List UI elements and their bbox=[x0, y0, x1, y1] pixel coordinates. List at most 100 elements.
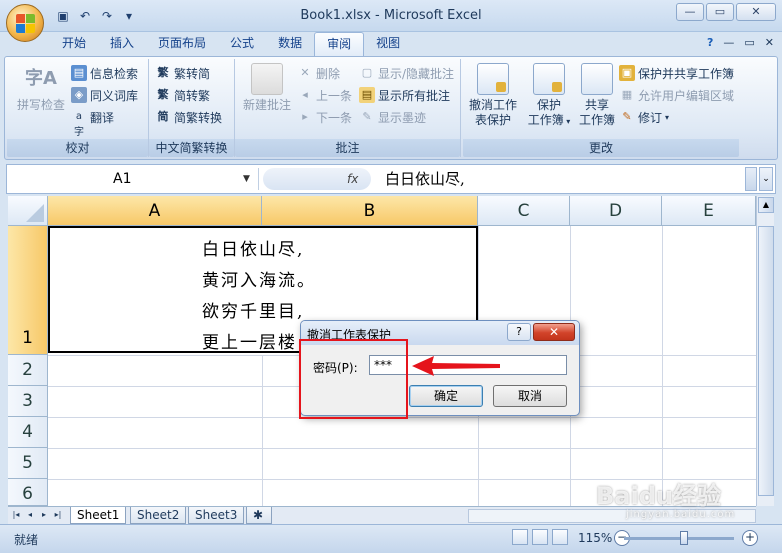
show-hide-comment-button[interactable]: ▢ 显示/隐藏批注 bbox=[359, 63, 454, 83]
next-comment-button[interactable]: ▸ 下一条 bbox=[297, 107, 352, 127]
show-all-comments-icon: ▤ bbox=[359, 87, 375, 103]
minimize-button[interactable]: — bbox=[676, 3, 704, 21]
close-button[interactable]: ✕ bbox=[736, 3, 776, 21]
allow-edit-ranges-button[interactable]: ▦ 允许用户编辑区域 bbox=[619, 85, 734, 105]
insert-sheet-icon[interactable]: ✱ bbox=[246, 507, 272, 524]
status-bar: 就绪 115% − + bbox=[0, 524, 782, 553]
page-break-view-icon[interactable] bbox=[552, 529, 568, 545]
tab-formulas[interactable]: 公式 bbox=[218, 32, 266, 56]
traditional-to-simplified-icon: 繁 bbox=[157, 66, 169, 79]
thesaurus-icon: ◈ bbox=[71, 87, 87, 103]
research-button[interactable]: ▤ 信息检索 bbox=[71, 63, 138, 83]
tab-view[interactable]: 视图 bbox=[364, 32, 412, 56]
column-header-d[interactable]: D bbox=[570, 196, 662, 226]
column-header-e[interactable]: E bbox=[662, 196, 756, 226]
zoom-slider-thumb[interactable] bbox=[680, 531, 688, 545]
scroll-up-icon[interactable]: ▲ bbox=[758, 197, 774, 213]
row-header-6[interactable]: 6 bbox=[8, 479, 48, 506]
protect-share-workbook-button[interactable]: ▣ 保护并共享工作簿 bbox=[619, 63, 734, 83]
name-box[interactable]: A1 bbox=[9, 168, 259, 190]
sheet-tab-2[interactable]: Sheet2 bbox=[130, 507, 187, 524]
row-header-2[interactable]: 2 bbox=[8, 355, 48, 386]
show-ink-button[interactable]: ✎ 显示墨迹 bbox=[359, 107, 426, 127]
last-sheet-icon[interactable]: ▸| bbox=[52, 508, 64, 522]
share-workbook-icon bbox=[581, 63, 613, 95]
poem-line: 欲穷千里目, bbox=[202, 302, 305, 322]
tab-home[interactable]: 开始 bbox=[50, 32, 98, 56]
zoom-level[interactable]: 115% bbox=[578, 531, 612, 545]
row-header-3[interactable]: 3 bbox=[8, 386, 48, 417]
track-changes-icon: ✎ bbox=[622, 110, 632, 123]
group-changes: 撤消工作 表保护 保护 工作簿 ▾ 共享 工作簿 ▣ 保护并共享工作簿 ▦ 允许… bbox=[463, 59, 739, 157]
show-all-comments-button[interactable]: ▤ 显示所有批注 bbox=[359, 85, 450, 105]
scroll-thumb[interactable] bbox=[758, 226, 774, 496]
ok-button[interactable]: 确定 bbox=[409, 385, 483, 407]
zoom-slider[interactable] bbox=[624, 537, 734, 540]
dialog-close-button[interactable]: ✕ bbox=[533, 323, 575, 341]
row-header-4[interactable]: 4 bbox=[8, 417, 48, 448]
window-controls: — ▭ ✕ bbox=[676, 3, 776, 21]
ribbon: 字A 拼写检查 ▤ 信息检索 ◈ 同义词库 a字 翻译 校对 繁 繁转简 繁 简… bbox=[4, 56, 778, 160]
new-comment-icon bbox=[251, 63, 283, 95]
previous-comment-button[interactable]: ◂ 上一条 bbox=[297, 85, 352, 105]
office-logo-icon bbox=[16, 14, 36, 34]
simplified-to-traditional-icon: 繁 bbox=[157, 88, 169, 101]
spellcheck-button[interactable]: 字A 拼写检查 bbox=[11, 63, 71, 113]
delete-comment-icon: ✕ bbox=[300, 66, 310, 79]
tab-page-layout[interactable]: 页面布局 bbox=[146, 32, 218, 56]
group-chinese-conversion: 繁 繁转简 繁 简转繁 简 简繁转换 中文简繁转换 bbox=[149, 59, 235, 157]
dialog-help-button[interactable]: ? bbox=[507, 323, 531, 341]
maximize-button[interactable]: ▭ bbox=[706, 3, 734, 21]
tab-review[interactable]: 审阅 bbox=[314, 32, 365, 56]
spellcheck-icon: 字A bbox=[25, 68, 57, 89]
page-layout-view-icon[interactable] bbox=[532, 529, 548, 545]
delete-comment-button[interactable]: ✕ 删除 bbox=[297, 63, 340, 83]
expand-formula-bar-icon[interactable]: ⌄ bbox=[759, 167, 773, 191]
insert-function-icon[interactable]: fx bbox=[347, 169, 358, 189]
unprotect-sheet-button[interactable]: 撤消工作 表保护 bbox=[465, 63, 521, 128]
share-workbook-button[interactable]: 共享 工作簿 bbox=[575, 63, 619, 128]
zoom-in-icon[interactable]: + bbox=[742, 530, 758, 546]
column-header-b[interactable]: B bbox=[262, 196, 478, 226]
workbook-restore-button[interactable]: ▭ bbox=[744, 36, 754, 49]
column-header-a[interactable]: A bbox=[48, 196, 262, 226]
thesaurus-button[interactable]: ◈ 同义词库 bbox=[71, 85, 138, 105]
cancel-button[interactable]: 取消 bbox=[493, 385, 567, 407]
sheet-tab-3[interactable]: Sheet3 bbox=[188, 507, 245, 524]
poem-line: 白日依山尽, bbox=[202, 240, 305, 260]
convert-button[interactable]: 简 简繁转换 bbox=[155, 107, 223, 127]
gridline bbox=[48, 448, 756, 449]
formula-content[interactable]: 白日依山尽, bbox=[385, 168, 465, 190]
formula-bar: A1 ▼ fx 白日依山尽, ⌄ bbox=[6, 164, 776, 194]
next-sheet-icon[interactable]: ▸ bbox=[38, 508, 50, 522]
track-changes-button[interactable]: ✎ 修订 ▾ bbox=[619, 107, 669, 127]
row-header-1[interactable]: 1 bbox=[8, 226, 48, 355]
workbook-minimize-button[interactable]: — bbox=[723, 36, 734, 49]
column-header-c[interactable]: C bbox=[478, 196, 570, 226]
workbook-close-button[interactable]: ✕ bbox=[765, 36, 774, 49]
tab-insert[interactable]: 插入 bbox=[98, 32, 146, 56]
office-button[interactable] bbox=[6, 4, 44, 42]
new-comment-button[interactable]: 新建批注 bbox=[239, 63, 295, 113]
sheet-tab-1[interactable]: Sheet1 bbox=[70, 507, 127, 524]
convert-icon: 简 bbox=[157, 110, 169, 123]
formula-scroll[interactable] bbox=[745, 167, 757, 191]
select-all-button[interactable] bbox=[8, 196, 48, 226]
translate-button[interactable]: a字 翻译 bbox=[71, 107, 114, 139]
to-traditional-button[interactable]: 繁 简转繁 bbox=[155, 85, 211, 105]
row-header-5[interactable]: 5 bbox=[8, 448, 48, 479]
name-box-dropdown-icon[interactable]: ▼ bbox=[243, 168, 250, 190]
view-buttons bbox=[512, 529, 568, 545]
vertical-scrollbar[interactable]: ▲ bbox=[756, 196, 774, 506]
normal-view-icon[interactable] bbox=[512, 529, 528, 545]
tab-data[interactable]: 数据 bbox=[266, 32, 314, 56]
help-icon[interactable]: ? bbox=[707, 36, 713, 49]
poem-line: 更上一层楼 bbox=[202, 333, 297, 353]
to-simplified-button[interactable]: 繁 繁转简 bbox=[155, 63, 211, 83]
status-text: 就绪 bbox=[14, 533, 39, 547]
group-label: 中文简繁转换 bbox=[149, 139, 234, 157]
protect-workbook-button[interactable]: 保护 工作簿 ▾ bbox=[523, 63, 575, 129]
gridline bbox=[262, 355, 263, 506]
previous-sheet-icon[interactable]: ◂ bbox=[24, 508, 36, 522]
first-sheet-icon[interactable]: |◂ bbox=[10, 508, 22, 522]
